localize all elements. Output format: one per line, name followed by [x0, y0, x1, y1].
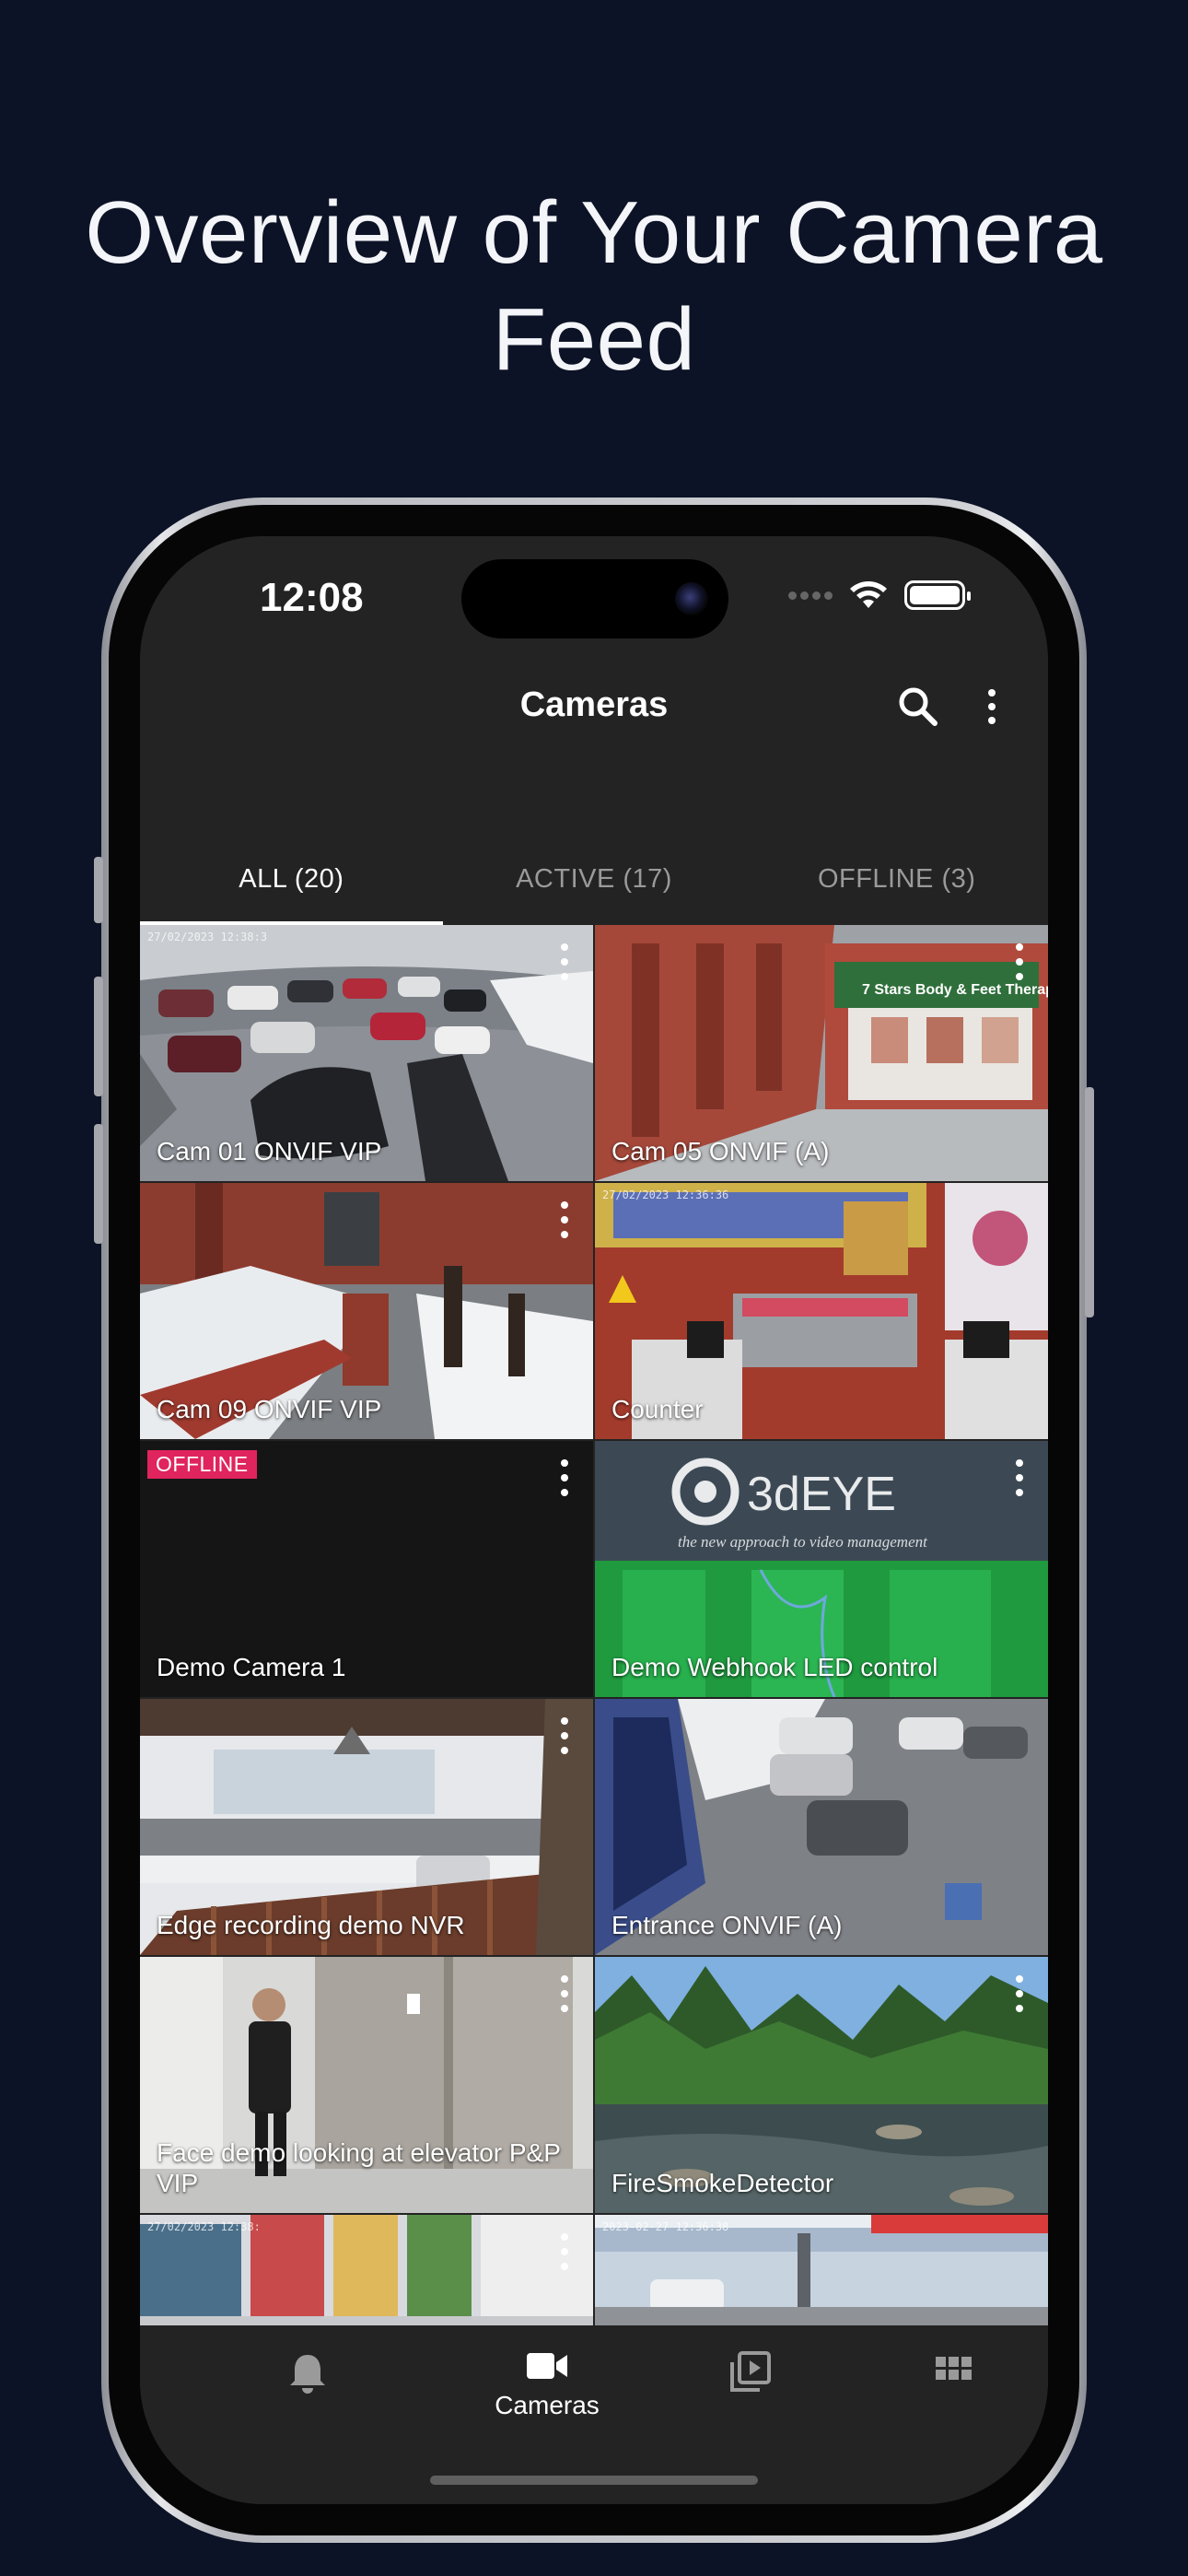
banner-logo: 3dEYE — [747, 1468, 896, 1521]
camera-tile[interactable]: 27/02/2023 12:38: — [140, 2215, 593, 2325]
more-vert-icon[interactable] — [558, 1975, 571, 2012]
banner-tagline: the new approach to video management — [678, 1533, 928, 1551]
wifi-icon — [850, 581, 887, 608]
timestamp-overlay: 27/02/2023 12:36:36 — [602, 1188, 729, 1201]
status-icons — [788, 580, 971, 610]
camera-tile[interactable]: Entrance ONVIF (A) — [595, 1699, 1048, 1955]
more-vert-icon[interactable] — [558, 943, 571, 980]
camera-name: Cam 01 ONVIF VIP — [157, 1137, 382, 1165]
nav-playback[interactable] — [667, 2351, 833, 2398]
bottom-navigation: Cameras — [140, 2325, 1048, 2504]
bell-icon — [290, 2355, 325, 2394]
apps-grid-icon — [936, 2357, 972, 2380]
camera-name: FireSmokeDetector — [611, 2169, 834, 2197]
nav-cameras[interactable]: Cameras — [464, 2351, 630, 2420]
store-sign: 7 Stars Body & Feet Therapy — [862, 982, 1048, 998]
nav-alerts[interactable] — [225, 2351, 390, 2400]
power-button — [1085, 1087, 1094, 1317]
more-vert-icon[interactable] — [1013, 1459, 1026, 1496]
camera-name: Demo Camera 1 — [157, 1653, 346, 1681]
camera-name: Edge recording demo NVR — [157, 1911, 465, 1939]
dynamic-island — [461, 559, 728, 638]
playlist-play-icon — [730, 2351, 771, 2392]
home-indicator[interactable] — [430, 2476, 758, 2485]
tab-all[interactable]: ALL (20) — [140, 840, 443, 925]
camera-tile[interactable]: Cam 09 ONVIF VIP — [140, 1183, 593, 1439]
more-vert-icon[interactable] — [983, 684, 1001, 730]
camera-tile[interactable]: 3dEYE the new approach to video manageme… — [595, 1441, 1048, 1697]
more-vert-icon[interactable] — [558, 1717, 571, 1754]
volume-up-button — [94, 977, 103, 1096]
offline-badge: OFFLINE — [147, 1450, 257, 1479]
more-vert-icon[interactable] — [1013, 1975, 1026, 2012]
camera-name: Face demo looking at elevator P&P VIP — [157, 2138, 561, 2197]
camera-tile[interactable]: 27/02/2023 12:38:3 Cam 01 ONVIF VIP — [140, 925, 593, 1181]
front-camera-icon — [675, 582, 708, 615]
camera-tile[interactable]: 7 Stars Body & Feet Therapy Cam 05 ONVIF… — [595, 925, 1048, 1181]
phone-screen: 12:08 Cameras ALL (20) ACTIVE (17) OFFLI… — [140, 536, 1048, 2504]
more-vert-icon[interactable] — [558, 2233, 571, 2270]
nav-cameras-label: Cameras — [495, 2391, 600, 2419]
app-bar: Cameras — [140, 656, 1048, 757]
more-vert-icon[interactable] — [558, 1201, 571, 1238]
nav-apps[interactable] — [871, 2351, 1037, 2393]
camera-name: Counter — [611, 1395, 704, 1423]
timestamp-overlay: 27/02/2023 12:38:3 — [147, 931, 268, 943]
timestamp-overlay: 2023-02-27 12:36:38 — [602, 2220, 729, 2233]
tab-offline[interactable]: OFFLINE (3) — [745, 840, 1048, 925]
camera-tile[interactable]: 27/02/2023 12:36:36 Counter — [595, 1183, 1048, 1439]
camera-tile[interactable]: FireSmokeDetector — [595, 1957, 1048, 2213]
camera-name: Demo Webhook LED control — [611, 1653, 938, 1681]
mute-switch — [94, 857, 103, 923]
volume-down-button — [94, 1124, 103, 1244]
camera-grid: 27/02/2023 12:38:3 Cam 01 ONVIF VIP 7 St… — [140, 925, 1048, 2325]
filter-tabs: ALL (20) ACTIVE (17) OFFLINE (3) — [140, 840, 1048, 925]
tab-active[interactable]: ACTIVE (17) — [443, 840, 746, 925]
camera-name: Cam 05 ONVIF (A) — [611, 1137, 830, 1165]
headline: Overview of Your Camera Feed — [85, 183, 1103, 389]
camera-name: Entrance ONVIF (A) — [611, 1911, 843, 1939]
camera-tile[interactable]: Edge recording demo NVR — [140, 1699, 593, 1955]
search-icon[interactable] — [895, 684, 941, 730]
more-vert-icon[interactable] — [1013, 943, 1026, 980]
battery-icon — [904, 580, 971, 610]
status-time: 12:08 — [260, 575, 364, 620]
cellular-signal-icon — [788, 591, 833, 600]
camera-tile[interactable]: Face demo looking at elevator P&P VIP — [140, 1957, 593, 2213]
camera-tile[interactable]: 2023-02-27 12:36:38 — [595, 2215, 1048, 2325]
more-vert-icon[interactable] — [558, 1459, 571, 1496]
camera-tile[interactable]: OFFLINE Demo Camera 1 — [140, 1441, 593, 1697]
video-camera-icon — [527, 2353, 567, 2379]
camera-name: Cam 09 ONVIF VIP — [157, 1395, 382, 1423]
timestamp-overlay: 27/02/2023 12:38: — [147, 2220, 261, 2233]
